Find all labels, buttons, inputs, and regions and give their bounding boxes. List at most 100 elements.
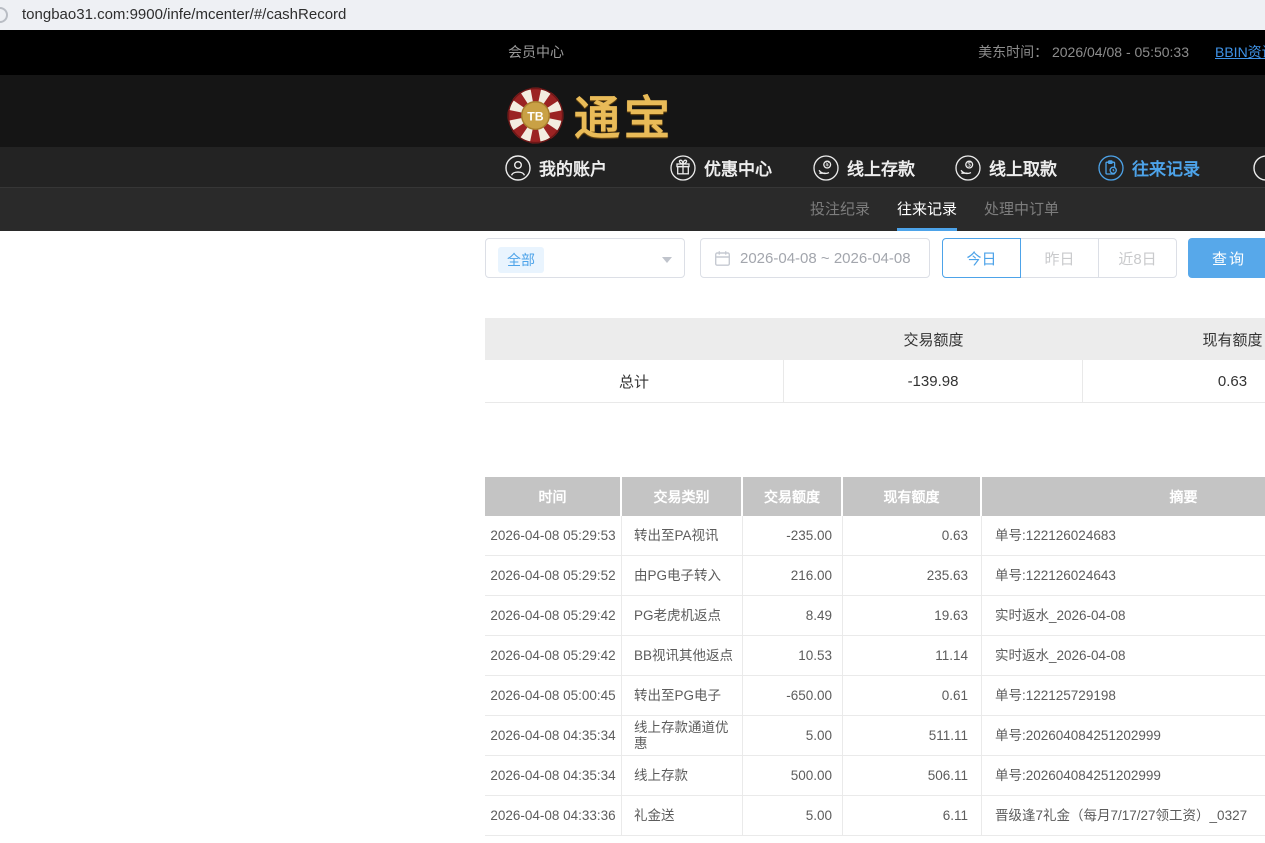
calendar-icon	[714, 250, 731, 267]
nav-item-label: 优惠中心	[704, 155, 772, 180]
cell-time: 2026-04-08 04:35:34	[485, 756, 622, 795]
sub-tab-inactive[interactable]: 投注纪录	[810, 188, 870, 231]
cell-time: 2026-04-08 04:33:36	[485, 796, 622, 835]
nav-item-label: 线上取款	[989, 155, 1057, 180]
summary-total-label: 总计	[485, 360, 784, 402]
cell-type: PG老虎机返点	[622, 596, 743, 635]
poker-chip-icon: TB	[507, 87, 564, 144]
nav-item-gift[interactable]: 优惠中心	[670, 147, 772, 188]
cell-balance: 19.63	[843, 596, 982, 635]
cell-amount: 5.00	[743, 716, 843, 755]
cell-amount: 8.49	[743, 596, 843, 635]
user-icon	[505, 155, 531, 181]
cell-type: BB视讯其他返点	[622, 636, 743, 675]
withdraw-icon: $	[955, 155, 981, 181]
transaction-type-select[interactable]: 全部	[485, 238, 685, 278]
search-button[interactable]: 查询	[1188, 238, 1265, 278]
range-button[interactable]: 今日	[942, 238, 1021, 278]
svg-text:TB: TB	[527, 109, 544, 123]
cell-summary: 实时返水_2026-04-08	[982, 596, 1265, 635]
sub-nav: 投注纪录往来记录处理中订单	[0, 188, 1265, 231]
cell-summary: 晋级逢7礼金（每月7/17/27领工资）_0327	[982, 796, 1265, 835]
cell-type: 转出至PA视讯	[622, 516, 743, 555]
records-body: 2026-04-08 05:29:53转出至PA视讯-235.000.63单号:…	[485, 516, 1265, 836]
records-header-cell: 交易类别	[622, 477, 743, 516]
cell-balance: 11.14	[843, 636, 982, 675]
chevron-down-icon	[662, 257, 672, 263]
cell-time: 2026-04-08 05:29:42	[485, 596, 622, 635]
quick-range-group: 今日昨日近8日	[942, 238, 1177, 278]
records-header-cell: 摘要	[982, 477, 1265, 516]
cell-balance: 0.61	[843, 676, 982, 715]
records-header-cell: 时间	[485, 477, 622, 516]
table-row: 2026-04-08 05:29:42BB视讯其他返点10.5311.14实时返…	[485, 636, 1265, 676]
cell-time: 2026-04-08 05:29:42	[485, 636, 622, 675]
cell-amount: 5.00	[743, 796, 843, 835]
summary-table: 交易额度 现有额度 总计 -139.98 0.63	[485, 318, 1265, 403]
records-header-row: 时间交易类别交易额度现有额度摘要	[485, 477, 1265, 516]
table-row: 2026-04-08 04:35:34线上存款通道优惠5.00511.11单号:…	[485, 716, 1265, 756]
cell-summary: 单号:122126024683	[982, 516, 1265, 555]
cell-time: 2026-04-08 05:00:45	[485, 676, 622, 715]
nav-item-deposit[interactable]: ¥ 线上存款	[813, 147, 915, 188]
records-header-cell: 交易额度	[743, 477, 843, 516]
summary-balance-total: 0.63	[1083, 360, 1265, 402]
range-button[interactable]: 近8日	[1098, 238, 1177, 278]
table-row: 2026-04-08 05:00:45转出至PG电子-650.000.61单号:…	[485, 676, 1265, 716]
nav-item-withdraw[interactable]: $ 线上取款	[955, 147, 1057, 188]
sub-tab-active[interactable]: 往来记录	[897, 188, 957, 231]
sub-nav-tabs: 投注纪录往来记录处理中订单	[810, 188, 1059, 231]
nav-item-label: 往来记录	[1132, 155, 1200, 180]
date-range-input[interactable]: 2026-04-08 ~ 2026-04-08	[700, 238, 930, 278]
summary-transaction-total: -139.98	[784, 360, 1083, 402]
cell-amount: -650.00	[743, 676, 843, 715]
main-nav: 我的账户 优惠中心 ¥ 线上存款 $ 线上取款 往来记录	[0, 147, 1265, 188]
cell-balance: 235.63	[843, 556, 982, 595]
cell-amount: 500.00	[743, 756, 843, 795]
table-row: 2026-04-08 05:29:42PG老虎机返点8.4919.63实时返水_…	[485, 596, 1265, 636]
us-eastern-time: 美东时间： 2026/04/08 - 05:50:33	[978, 30, 1189, 75]
bbin-news-link[interactable]: BBIN资讯	[1215, 30, 1265, 75]
url-text: tongbao31.com:9900/infe/mcenter/#/cashRe…	[22, 0, 346, 30]
cell-balance: 0.63	[843, 516, 982, 555]
date-range-text: 2026-04-08 ~ 2026-04-08	[740, 250, 911, 267]
cell-type: 线上存款	[622, 756, 743, 795]
cell-type: 线上存款通道优惠	[622, 716, 743, 755]
records-table: 时间交易类别交易额度现有额度摘要 2026-04-08 05:29:53转出至P…	[485, 477, 1265, 836]
cell-time: 2026-04-08 05:29:52	[485, 556, 622, 595]
summary-header-transaction: 交易额度	[784, 318, 1083, 360]
table-row: 2026-04-08 05:29:53转出至PA视讯-235.000.63单号:…	[485, 516, 1265, 556]
time-value: 2026/04/08 - 05:50:33	[1052, 44, 1189, 60]
member-center-link[interactable]: 会员中心	[508, 30, 564, 75]
cell-summary: 实时返水_2026-04-08	[982, 636, 1265, 675]
nav-item-label: 线上存款	[847, 155, 915, 180]
cell-amount: 10.53	[743, 636, 843, 675]
cell-balance: 506.11	[843, 756, 982, 795]
brand-name: 通宝	[574, 82, 674, 147]
brand-logo[interactable]: TB 通宝	[507, 82, 674, 147]
sub-tab-inactive[interactable]: 处理中订单	[984, 188, 1059, 231]
table-row: 2026-04-08 04:33:36礼金送5.006.11晋级逢7礼金（每月7…	[485, 796, 1265, 836]
nav-item-user[interactable]: 我的账户	[505, 147, 607, 188]
summary-header-empty	[485, 318, 784, 360]
time-label: 美东时间：	[978, 44, 1048, 60]
cell-balance: 6.11	[843, 796, 982, 835]
cell-time: 2026-04-08 05:29:53	[485, 516, 622, 555]
cell-type: 转出至PG电子	[622, 676, 743, 715]
address-bar[interactable]: tongbao31.com:9900/infe/mcenter/#/cashRe…	[0, 0, 1265, 30]
records-icon	[1098, 155, 1124, 181]
nav-item-records[interactable]: 往来记录	[1098, 147, 1200, 188]
nav-item-partial[interactable]	[1253, 147, 1265, 188]
records-header-cell: 现有额度	[843, 477, 982, 516]
summary-header-balance: 现有额度	[1083, 318, 1265, 360]
cell-time: 2026-04-08 04:35:34	[485, 716, 622, 755]
range-button[interactable]: 昨日	[1020, 238, 1099, 278]
deposit-icon: ¥	[813, 155, 839, 181]
table-row: 2026-04-08 04:35:34线上存款500.00506.11单号:20…	[485, 756, 1265, 796]
logo-bar: TB 通宝	[0, 75, 1265, 147]
gift-icon	[670, 155, 696, 181]
cell-type: 由PG电子转入	[622, 556, 743, 595]
table-row: 2026-04-08 05:29:52由PG电子转入216.00235.63单号…	[485, 556, 1265, 596]
cell-summary: 单号:202604084251202999	[982, 716, 1265, 755]
summary-header-row: 交易额度 现有额度	[485, 318, 1265, 360]
